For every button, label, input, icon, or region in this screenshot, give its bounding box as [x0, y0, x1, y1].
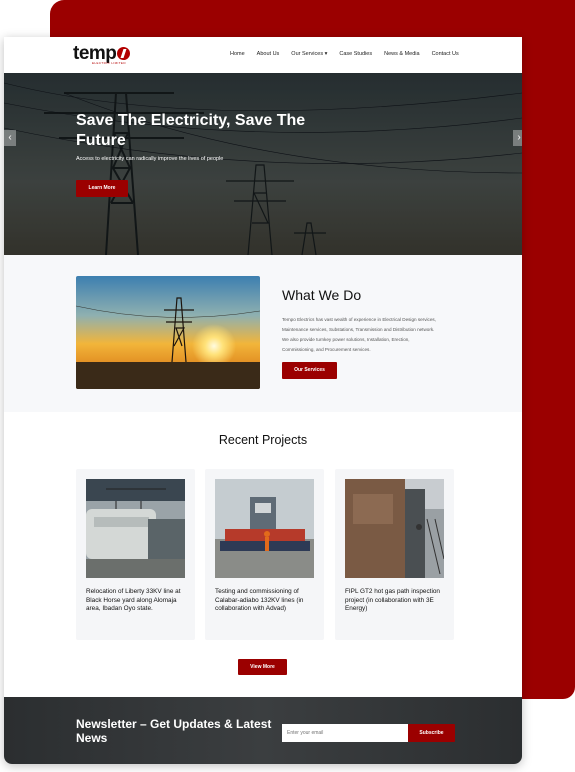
main-nav: Home About Us Our Services ▾ Case Studie…	[230, 51, 471, 57]
project-title: FIPL GT2 hot gas path inspection project…	[345, 588, 440, 612]
what-we-do-text: Tempo Electrics has vast wealth of exper…	[282, 317, 436, 352]
newsletter-title: Newsletter – Get Updates & Latest News	[76, 717, 272, 745]
nav-our-services[interactable]: Our Services ▾	[291, 51, 327, 57]
project-card[interactable]: Relocation of Liberty 33KV line at Black…	[76, 469, 195, 640]
project-card[interactable]: Testing and commissioning of Calabar-adi…	[205, 469, 324, 640]
sunset-tower-image	[76, 276, 260, 389]
project-title: Relocation of Liberty 33KV line at Black…	[86, 588, 181, 612]
subscribe-button[interactable]: Subscribe	[408, 724, 455, 742]
website-page: temp ELECTRIC LIMITED Home About Us Our …	[4, 37, 522, 764]
hero-overlay	[4, 73, 522, 255]
learn-more-button[interactable]: Learn More	[76, 180, 128, 197]
project-image	[345, 479, 444, 578]
what-we-do-title: What We Do	[282, 287, 362, 303]
hero-banner: Save The Electricity, Save The Future Ac…	[4, 73, 522, 255]
project-image	[86, 479, 185, 578]
hero-title: Save The Electricity, Save The Future	[76, 112, 306, 149]
nav-case-studies[interactable]: Case Studies	[339, 51, 372, 57]
logo-bolt-icon	[117, 47, 131, 60]
nav-news-media[interactable]: News & Media	[384, 51, 419, 57]
project-title: Testing and commissioning of Calabar-adi…	[215, 588, 304, 612]
site-header: temp ELECTRIC LIMITED Home About Us Our …	[4, 37, 522, 73]
project-image	[215, 479, 314, 578]
logo-subtext: ELECTRIC LIMITED	[92, 61, 126, 65]
nav-contact-us[interactable]: Contact Us	[432, 51, 459, 57]
our-services-button[interactable]: Our Services	[282, 362, 337, 379]
recent-projects-title: Recent Projects	[218, 433, 308, 447]
hero-subtitle: Access to electricity can radically impr…	[76, 156, 224, 162]
nav-about-us[interactable]: About Us	[257, 51, 280, 57]
view-more-button[interactable]: View More	[238, 659, 287, 675]
slider-next-icon[interactable]: ›	[513, 130, 522, 146]
project-card[interactable]: FIPL GT2 hot gas path inspection project…	[335, 469, 454, 640]
what-we-do-section: What We Do Tempo Electrics has vast weal…	[4, 255, 522, 412]
newsletter-section: Newsletter – Get Updates & Latest News S…	[4, 697, 522, 764]
nav-home[interactable]: Home	[230, 51, 245, 57]
email-input[interactable]	[282, 724, 408, 742]
slider-prev-icon[interactable]: ‹	[4, 130, 16, 146]
